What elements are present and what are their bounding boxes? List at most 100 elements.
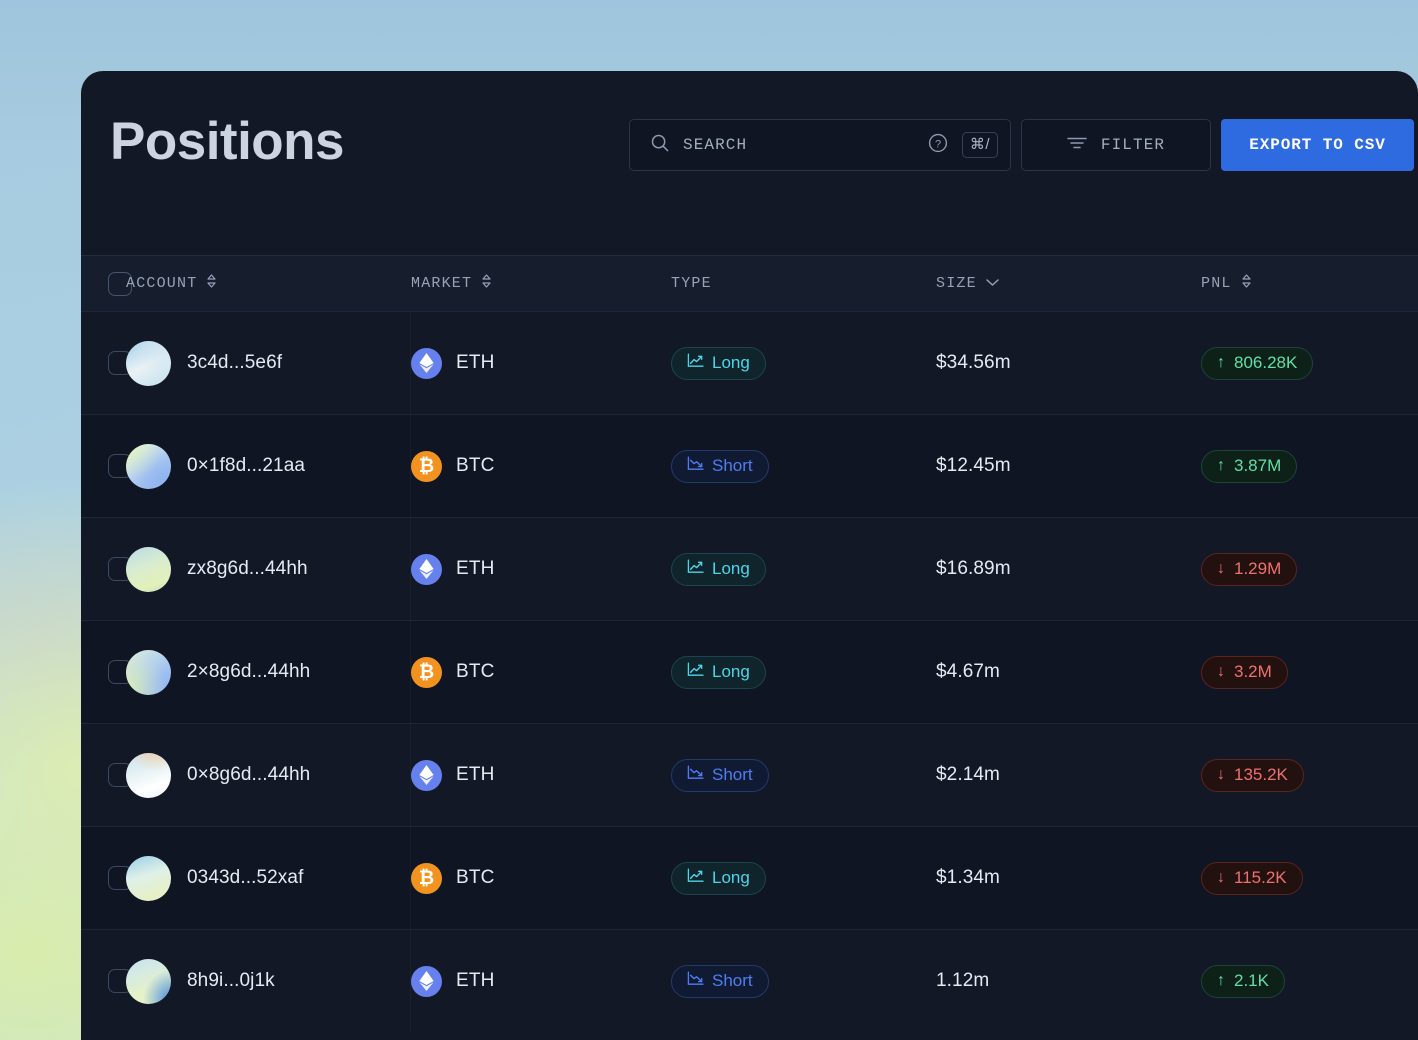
account-address: 3c4d...5e6f [187,352,283,373]
avatar [126,855,171,901]
cell-type: Long [671,861,936,895]
row-select-cell [81,763,132,787]
column-header-type-text: TYPE [671,275,712,292]
position-type-label: Long [712,662,750,681]
market-symbol: BTC [456,661,495,682]
filter-icon [1067,136,1087,155]
column-header-type[interactable]: TYPE [671,275,936,292]
row-select-cell [81,557,132,581]
avatar [126,443,171,489]
position-type-label: Long [712,868,750,887]
sort-updown-icon[interactable] [1240,273,1253,294]
positions-table: ACCOUNT MARKET TYPE SIZE PNL 3c4d...5e6f ETH Lo… [81,255,1418,1032]
page-title: Positions [110,112,345,171]
pnl-badge: ↑ 806.28K [1201,346,1314,380]
pnl-badge: ↑ 2.1K [1201,964,1285,998]
row-select-cell [81,969,132,993]
pnl-value: 2.1K [1234,971,1269,990]
header-toolbar: SEARCH ? ⌘/ FILTER EXPORT TO CSV [629,119,1414,171]
cell-account: 3c4d...5e6f [126,340,411,386]
avatar [126,340,171,386]
cell-type: Short [671,758,936,792]
eth-token-icon [411,553,442,585]
sort-updown-icon[interactable] [480,273,493,294]
cell-market: ₿ BTC [411,450,671,482]
short-chart-icon [687,971,704,991]
cell-size: $16.89m [936,558,1201,580]
pnl-badge: ↓ 1.29M [1201,552,1298,586]
cell-account: 0×8g6d...44hh [126,752,411,798]
column-header-pnl-text: PNL [1201,275,1232,292]
cell-size: $2.14m [936,764,1201,786]
arrow-up-icon: ↑ [1217,457,1225,474]
search-icon [650,133,670,158]
export-to-csv-button[interactable]: EXPORT TO CSV [1221,119,1414,171]
position-type-label: Long [712,559,750,578]
row-select-cell [81,660,132,684]
market-symbol: ETH [456,352,495,373]
cell-type: Short [671,449,936,483]
column-header-pnl[interactable]: PNL [1201,273,1401,294]
column-header-account-label: ACCOUNT [126,273,218,294]
column-header-market-label: MARKET [411,273,493,294]
arrow-up-icon: ↑ [1217,972,1225,989]
pnl-badge: ↓ 135.2K [1201,758,1304,792]
select-all-cell [81,271,132,296]
position-size: $16.89m [936,558,1011,579]
table-header-row: ACCOUNT MARKET TYPE SIZE PNL [81,255,1418,311]
cell-pnl: ↓ 1.29M [1201,552,1401,586]
pnl-badge: ↑ 3.87M [1201,449,1298,483]
row-select-cell [81,454,132,478]
arrow-down-icon: ↓ [1217,663,1225,680]
table-row[interactable]: zx8g6d...44hh ETH Long $16.89m ↓ 1.29M [81,517,1418,620]
search-input[interactable]: SEARCH ? ⌘/ [629,119,1011,171]
sort-updown-icon[interactable] [205,273,218,294]
search-placeholder: SEARCH [683,136,748,154]
position-size: $1.34m [936,867,1000,888]
pnl-value: 135.2K [1234,765,1288,784]
avatar [126,958,171,1004]
cell-market: ETH [411,553,671,585]
market-symbol: BTC [456,455,495,476]
panel-header: Positions SEARCH ? ⌘/ FILTER EXPORT TO C… [81,71,1418,255]
arrow-down-icon: ↓ [1217,766,1225,783]
table-row[interactable]: 0×1f8d...21aa ₿ BTC Short $12.45m ↑ 3.87M [81,414,1418,517]
svg-text:?: ? [935,138,941,150]
position-type-badge: Long [671,552,766,586]
table-row[interactable]: 8h9i...0j1k ETH Short 1.12m ↑ 2.1K [81,929,1418,1032]
column-header-type-label: TYPE [671,275,712,292]
pnl-value: 806.28K [1234,353,1298,372]
arrow-down-icon: ↓ [1217,560,1225,577]
arrow-down-icon: ↓ [1217,869,1225,886]
table-row[interactable]: 0343d...52xaf ₿ BTC Long $1.34m ↓ 115.2K [81,826,1418,929]
market-symbol: ETH [456,558,495,579]
cell-market: ETH [411,965,671,997]
account-address: 2×8g6d...44hh [187,661,311,682]
position-type-badge: Short [671,964,769,998]
row-select-cell [81,351,132,375]
position-size: $4.67m [936,661,1000,682]
btc-token-icon: ₿ [411,656,442,688]
sort-chevron-down-icon[interactable] [985,275,1000,292]
filter-button[interactable]: FILTER [1021,119,1211,171]
position-type-badge: Short [671,449,769,483]
avatar [126,546,171,592]
column-header-market[interactable]: MARKET [411,273,671,294]
market-symbol: ETH [456,764,495,785]
column-header-account[interactable]: ACCOUNT [126,273,411,294]
cell-size: $12.45m [936,455,1201,477]
column-header-size[interactable]: SIZE [936,275,1201,292]
position-type-label: Short [712,765,753,784]
column-header-size-text: SIZE [936,275,977,292]
pnl-badge: ↓ 115.2K [1201,861,1303,895]
eth-token-icon [411,759,442,791]
table-row[interactable]: 2×8g6d...44hh ₿ BTC Long $4.67m ↓ 3.2M [81,620,1418,723]
table-row[interactable]: 0×8g6d...44hh ETH Short $2.14m ↓ 135.2K [81,723,1418,826]
help-circle-icon[interactable]: ? [927,132,949,159]
pnl-value: 3.87M [1234,456,1282,475]
column-header-pnl-label: PNL [1201,273,1253,294]
market-symbol: BTC [456,867,495,888]
table-row[interactable]: 3c4d...5e6f ETH Long $34.56m ↑ 806.28K [81,311,1418,414]
cell-market: ₿ BTC [411,656,671,688]
column-header-account-text: ACCOUNT [126,275,198,292]
